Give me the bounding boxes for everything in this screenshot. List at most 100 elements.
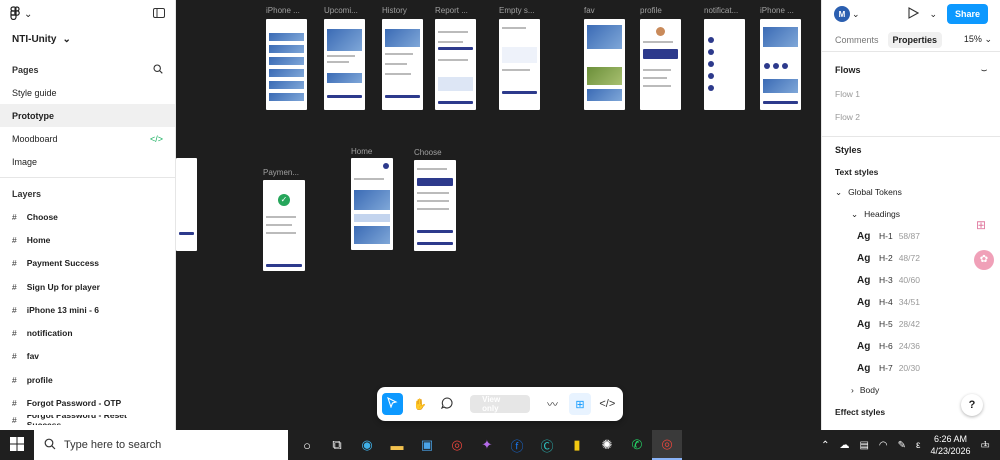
copilot-icon[interactable]: ✦	[472, 430, 502, 460]
frame-label[interactable]: fav	[584, 6, 595, 15]
text-style-item[interactable]: Ag H-7 20/30	[835, 357, 987, 379]
frame-thumbnail[interactable]	[382, 19, 423, 110]
file-explorer-icon[interactable]: ▬	[382, 430, 412, 460]
windows-icon	[10, 437, 24, 453]
page-item-image[interactable]: Image	[0, 150, 175, 173]
frame-thumbnail[interactable]	[640, 19, 681, 110]
text-style-item[interactable]: Ag H-2 48/72	[835, 247, 987, 269]
frame-label[interactable]: Paymen...	[263, 168, 299, 177]
plugin-icon[interactable]: ⊞	[976, 218, 992, 234]
frame-thumbnail[interactable]	[176, 158, 197, 251]
search-icon[interactable]	[153, 63, 163, 76]
tab-properties[interactable]: Properties	[887, 31, 943, 48]
page-item-prototype[interactable]: Prototype	[0, 104, 175, 127]
zoom-dropdown[interactable]: 15% ⌄	[964, 34, 992, 45]
frame-thumbnail[interactable]	[760, 19, 801, 110]
layer-item[interactable]: # Forgot Password - OTP	[0, 391, 175, 414]
text-style-item[interactable]: Ag H-1 58/87	[835, 225, 987, 247]
frame-thumbnail[interactable]	[435, 19, 476, 110]
frame-label[interactable]: profile	[640, 6, 662, 15]
headings-group[interactable]: ⌄ Headings	[835, 203, 987, 225]
chrome-icon[interactable]: ◎	[442, 430, 472, 460]
language-icon[interactable]: ε	[916, 440, 920, 451]
layer-item[interactable]: # notification	[0, 321, 175, 344]
frame-label[interactable]: History	[382, 6, 407, 15]
start-button[interactable]	[0, 430, 34, 460]
taskbar-search[interactable]: Type here to search	[34, 430, 288, 460]
chrome-active-icon[interactable]: ◎	[652, 430, 682, 460]
global-tokens-group[interactable]: ⌄ Global Tokens	[835, 181, 987, 203]
frame-label[interactable]: iPhone ...	[760, 6, 794, 15]
frame-thumbnail[interactable]	[266, 19, 307, 110]
network-icon[interactable]: ▤	[859, 440, 868, 451]
layer-item[interactable]: # iPhone 13 mini - 6	[0, 298, 175, 321]
flow-item[interactable]: Flow 1	[835, 82, 987, 105]
edge-icon[interactable]: ◉	[352, 430, 382, 460]
page-item-style-guide[interactable]: Style guide	[0, 81, 175, 104]
move-tool-button[interactable]	[382, 393, 404, 415]
dev-inspect-button[interactable]: ⊞	[569, 393, 591, 415]
frame-label[interactable]: Empty s...	[499, 6, 535, 15]
play-icon[interactable]	[907, 7, 920, 21]
layer-item[interactable]: # Payment Success	[0, 252, 175, 275]
frame-thumbnail[interactable]	[351, 158, 393, 250]
frame-thumbnail[interactable]	[704, 19, 745, 110]
layer-item[interactable]: # Choose	[0, 205, 175, 228]
facebook-icon[interactable]: ⓕ	[502, 430, 532, 460]
comment-tool-button[interactable]	[437, 393, 458, 415]
layer-item[interactable]: # fav	[0, 345, 175, 368]
layer-item[interactable]: # Home	[0, 228, 175, 251]
pen-icon[interactable]: ✎	[898, 440, 906, 451]
design-canvas[interactable]: iPhone ... Upcomi... History Report ... …	[176, 0, 821, 430]
onedrive-icon[interactable]: ☁	[839, 440, 849, 451]
task-view-icon[interactable]: ⧉	[322, 430, 352, 460]
store-icon[interactable]: ▣	[412, 430, 442, 460]
layer-item[interactable]: # profile	[0, 368, 175, 391]
frame-thumbnail[interactable]	[414, 160, 456, 251]
layer-item[interactable]: # Sign Up for player	[0, 275, 175, 298]
chatgpt-icon[interactable]: ✺	[592, 430, 622, 460]
cortana-icon[interactable]: ○	[292, 430, 322, 460]
help-button[interactable]: ?	[961, 394, 983, 416]
frame-icon: #	[12, 234, 17, 245]
dev-mode-button[interactable]: </>	[597, 393, 618, 415]
chevron-down-icon[interactable]: ⌄	[929, 9, 937, 20]
page-item-moodboard[interactable]: Moodboard </>	[0, 127, 175, 150]
user-menu[interactable]: M ⌄	[834, 6, 860, 22]
flow-item[interactable]: Flow 2	[835, 105, 987, 128]
frame-label[interactable]: Report ...	[435, 6, 468, 15]
chevron-up-icon[interactable]: ⌃	[821, 440, 829, 451]
frame-thumbnail[interactable]	[499, 19, 540, 110]
text-style-item[interactable]: Ag H-4 34/51	[835, 291, 987, 313]
plugin-avatar-icon[interactable]: ✿	[974, 250, 994, 270]
notification-icon[interactable]: ▭ 1	[981, 440, 990, 451]
frame-thumbnail[interactable]	[324, 19, 365, 110]
frame-label[interactable]: Upcomi...	[324, 6, 358, 15]
whatsapp-icon[interactable]: ✆	[622, 430, 652, 460]
eye-closed-icon[interactable]: ⌣	[981, 65, 987, 76]
frame-label[interactable]: notificat...	[704, 6, 738, 15]
frame-label[interactable]: Choose	[414, 148, 442, 157]
text-style-item[interactable]: Ag H-3 40/60	[835, 269, 987, 291]
text-style-item[interactable]: Ag H-5 28/42	[835, 313, 987, 335]
text-style-item[interactable]: Ag H-6 24/36	[835, 335, 987, 357]
powerbi-icon[interactable]: ▮	[562, 430, 592, 460]
canva-icon[interactable]: Ⓒ	[532, 430, 562, 460]
layer-item[interactable]: # Forgot Password - Reset Success	[0, 415, 175, 425]
hand-tool-button[interactable]: ✋	[409, 393, 430, 415]
project-name-button[interactable]: NTI-Unity ⌄	[0, 28, 175, 50]
frame-label[interactable]: Home	[351, 147, 372, 156]
clock[interactable]: 6:26 AM 4/23/2026	[931, 433, 971, 457]
frame-thumbnail[interactable]: ✓	[263, 180, 305, 271]
share-button[interactable]: Share	[946, 4, 988, 24]
sidebar-toggle-icon[interactable]	[153, 8, 165, 20]
annotate-tool-button[interactable]: 〰	[542, 393, 563, 415]
layer-label: Home	[26, 234, 51, 245]
frame-thumbnail[interactable]	[584, 19, 625, 110]
right-topbar: M ⌄ ⌄ Share	[822, 0, 1000, 28]
main-menu-button[interactable]: ⌄	[10, 5, 32, 23]
wifi-icon[interactable]: ◠	[879, 440, 888, 451]
frame-label[interactable]: iPhone ...	[266, 6, 300, 15]
cursor-icon	[387, 396, 398, 411]
tab-comments[interactable]: Comments	[830, 32, 884, 48]
